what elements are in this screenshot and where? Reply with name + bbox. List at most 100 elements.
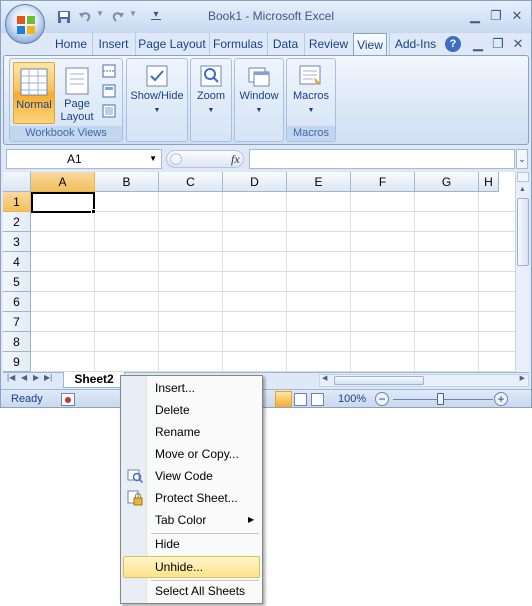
formula-input[interactable] xyxy=(249,149,515,169)
sheet-tab-bar: |◀ ◀ ▶ ▶| Sheet2 ◀ ▶ xyxy=(3,372,529,388)
macro-record-icon[interactable] xyxy=(61,393,75,406)
tab-data[interactable]: Data xyxy=(267,33,303,55)
tab-page-layout[interactable]: Page Layout xyxy=(135,33,208,55)
row-header[interactable]: 5 xyxy=(3,272,31,292)
menu-delete[interactable]: Delete xyxy=(123,400,260,420)
window-button[interactable]: Window ▼ xyxy=(234,58,284,142)
menu-protect-sheet-label: Protect Sheet... xyxy=(155,491,238,505)
customize-qat-icon[interactable]: ▾ xyxy=(151,9,161,20)
vertical-scrollbar[interactable]: ▲ xyxy=(515,172,529,372)
row-header[interactable]: 9 xyxy=(3,352,31,372)
ribbon-close-icon[interactable]: ✕ xyxy=(510,36,526,52)
column-header[interactable]: H xyxy=(479,172,499,192)
help-icon[interactable]: ? xyxy=(445,36,461,52)
tab-view[interactable]: View xyxy=(353,33,387,56)
row-header[interactable]: 7 xyxy=(3,312,31,332)
zoom-level[interactable]: 100% xyxy=(338,393,366,405)
page-layout-shortcut-icon[interactable] xyxy=(294,393,307,406)
page-break-shortcut-icon[interactable] xyxy=(311,393,324,406)
horizontal-scroll-thumb[interactable] xyxy=(334,376,424,385)
zoom-out-icon[interactable]: − xyxy=(375,392,389,406)
menu-view-code[interactable]: View Code xyxy=(123,466,260,486)
page-layout-view-button[interactable]: Page Layout xyxy=(58,62,96,124)
column-header[interactable]: A xyxy=(31,172,95,192)
zoom-slider-thumb[interactable] xyxy=(437,393,444,405)
prev-sheet-icon[interactable]: ◀ xyxy=(21,373,27,382)
macros-button[interactable]: Macros ▼ xyxy=(287,64,335,117)
tab-add-ins[interactable]: Add-Ins xyxy=(389,33,441,55)
tab-review[interactable]: Review xyxy=(304,33,352,55)
column-header[interactable]: G xyxy=(415,172,479,192)
menu-move-or-copy[interactable]: Move or Copy... xyxy=(123,444,260,464)
normal-view-shortcut-icon[interactable] xyxy=(275,391,292,407)
full-screen-icon[interactable] xyxy=(102,104,116,118)
name-box-value: A1 xyxy=(67,152,82,166)
horizontal-scrollbar[interactable]: ◀ ▶ xyxy=(319,374,529,387)
column-header[interactable]: F xyxy=(351,172,415,192)
formula-tools: fx xyxy=(166,150,244,168)
sheet-tab-sheet2[interactable]: Sheet2 xyxy=(63,372,125,388)
active-cell-a1[interactable] xyxy=(31,192,95,213)
redo-icon[interactable] xyxy=(110,9,126,25)
column-header[interactable]: C xyxy=(159,172,223,192)
column-header[interactable]: E xyxy=(287,172,351,192)
ribbon-restore-icon[interactable]: ❐ xyxy=(490,36,506,52)
fill-handle[interactable] xyxy=(91,209,96,214)
page-break-preview-icon[interactable] xyxy=(102,64,116,78)
show-hide-button[interactable]: Show/Hide ▼ xyxy=(126,58,188,142)
minimize-icon[interactable]: ▁ xyxy=(467,8,483,24)
worksheet-grid[interactable]: ABCDEFGH 123456789 xyxy=(3,172,515,372)
window-label: Window xyxy=(239,90,279,102)
select-all-corner[interactable] xyxy=(3,172,31,192)
last-sheet-icon[interactable]: ▶| xyxy=(44,373,52,382)
ribbon-minimize-icon[interactable]: ▁ xyxy=(470,36,486,52)
row-header[interactable]: 6 xyxy=(3,292,31,312)
row-header[interactable]: 3 xyxy=(3,232,31,252)
row-header[interactable]: 1 xyxy=(3,192,31,212)
expand-formula-bar-icon[interactable]: ⌄ xyxy=(516,149,528,169)
split-box[interactable] xyxy=(517,172,529,182)
vertical-scroll-thumb[interactable] xyxy=(517,198,529,266)
custom-views-icon[interactable] xyxy=(102,84,116,98)
menu-tab-color[interactable]: Tab Color ▶ xyxy=(123,510,260,530)
menu-insert[interactable]: Insert... xyxy=(123,378,260,398)
zoom-in-icon[interactable]: + xyxy=(494,392,508,406)
tab-formulas[interactable]: Formulas xyxy=(209,33,266,55)
menu-protect-sheet[interactable]: Protect Sheet... xyxy=(123,488,260,508)
gridline xyxy=(414,192,415,372)
show-hide-label: Show/Hide xyxy=(130,90,184,102)
first-sheet-icon[interactable]: |◀ xyxy=(7,373,15,382)
column-header[interactable]: D xyxy=(223,172,287,192)
name-box-dropdown-icon[interactable]: ▼ xyxy=(149,150,157,168)
zoom-button[interactable]: Zoom ▼ xyxy=(190,58,232,142)
macros-icon xyxy=(299,65,321,85)
column-header[interactable]: B xyxy=(95,172,159,192)
menu-unhide[interactable]: Unhide... xyxy=(123,556,260,578)
menu-rename-label: Rename xyxy=(155,425,201,439)
tab-home[interactable]: Home xyxy=(51,33,91,55)
save-icon[interactable] xyxy=(56,9,72,25)
menu-hide[interactable]: Hide xyxy=(123,534,260,554)
row-header[interactable]: 2 xyxy=(3,212,31,232)
normal-view-button[interactable]: Normal xyxy=(13,62,55,124)
name-box[interactable]: A1 ▼ xyxy=(6,149,162,169)
tab-insert[interactable]: Insert xyxy=(92,33,134,55)
view-code-icon xyxy=(127,469,143,484)
gridline xyxy=(31,251,515,252)
undo-icon[interactable] xyxy=(77,9,93,25)
office-button[interactable] xyxy=(5,4,45,44)
menu-select-all-sheets-label: Select All Sheets xyxy=(155,584,246,598)
insert-function-icon[interactable]: fx xyxy=(231,152,240,167)
scroll-left-icon[interactable]: ◀ xyxy=(322,374,327,382)
scroll-right-icon[interactable]: ▶ xyxy=(520,374,525,382)
row-header[interactable]: 8 xyxy=(3,332,31,352)
redo-dropdown-icon[interactable]: ▼ xyxy=(129,9,145,25)
normal-view-icon xyxy=(20,68,48,96)
menu-select-all-sheets[interactable]: Select All Sheets xyxy=(123,581,260,601)
close-icon[interactable]: ✕ xyxy=(509,8,525,24)
next-sheet-icon[interactable]: ▶ xyxy=(33,373,39,382)
row-header[interactable]: 4 xyxy=(3,252,31,272)
restore-icon[interactable]: ❐ xyxy=(488,8,504,24)
menu-rename[interactable]: Rename xyxy=(123,422,260,442)
scroll-up-icon[interactable]: ▲ xyxy=(516,184,529,196)
